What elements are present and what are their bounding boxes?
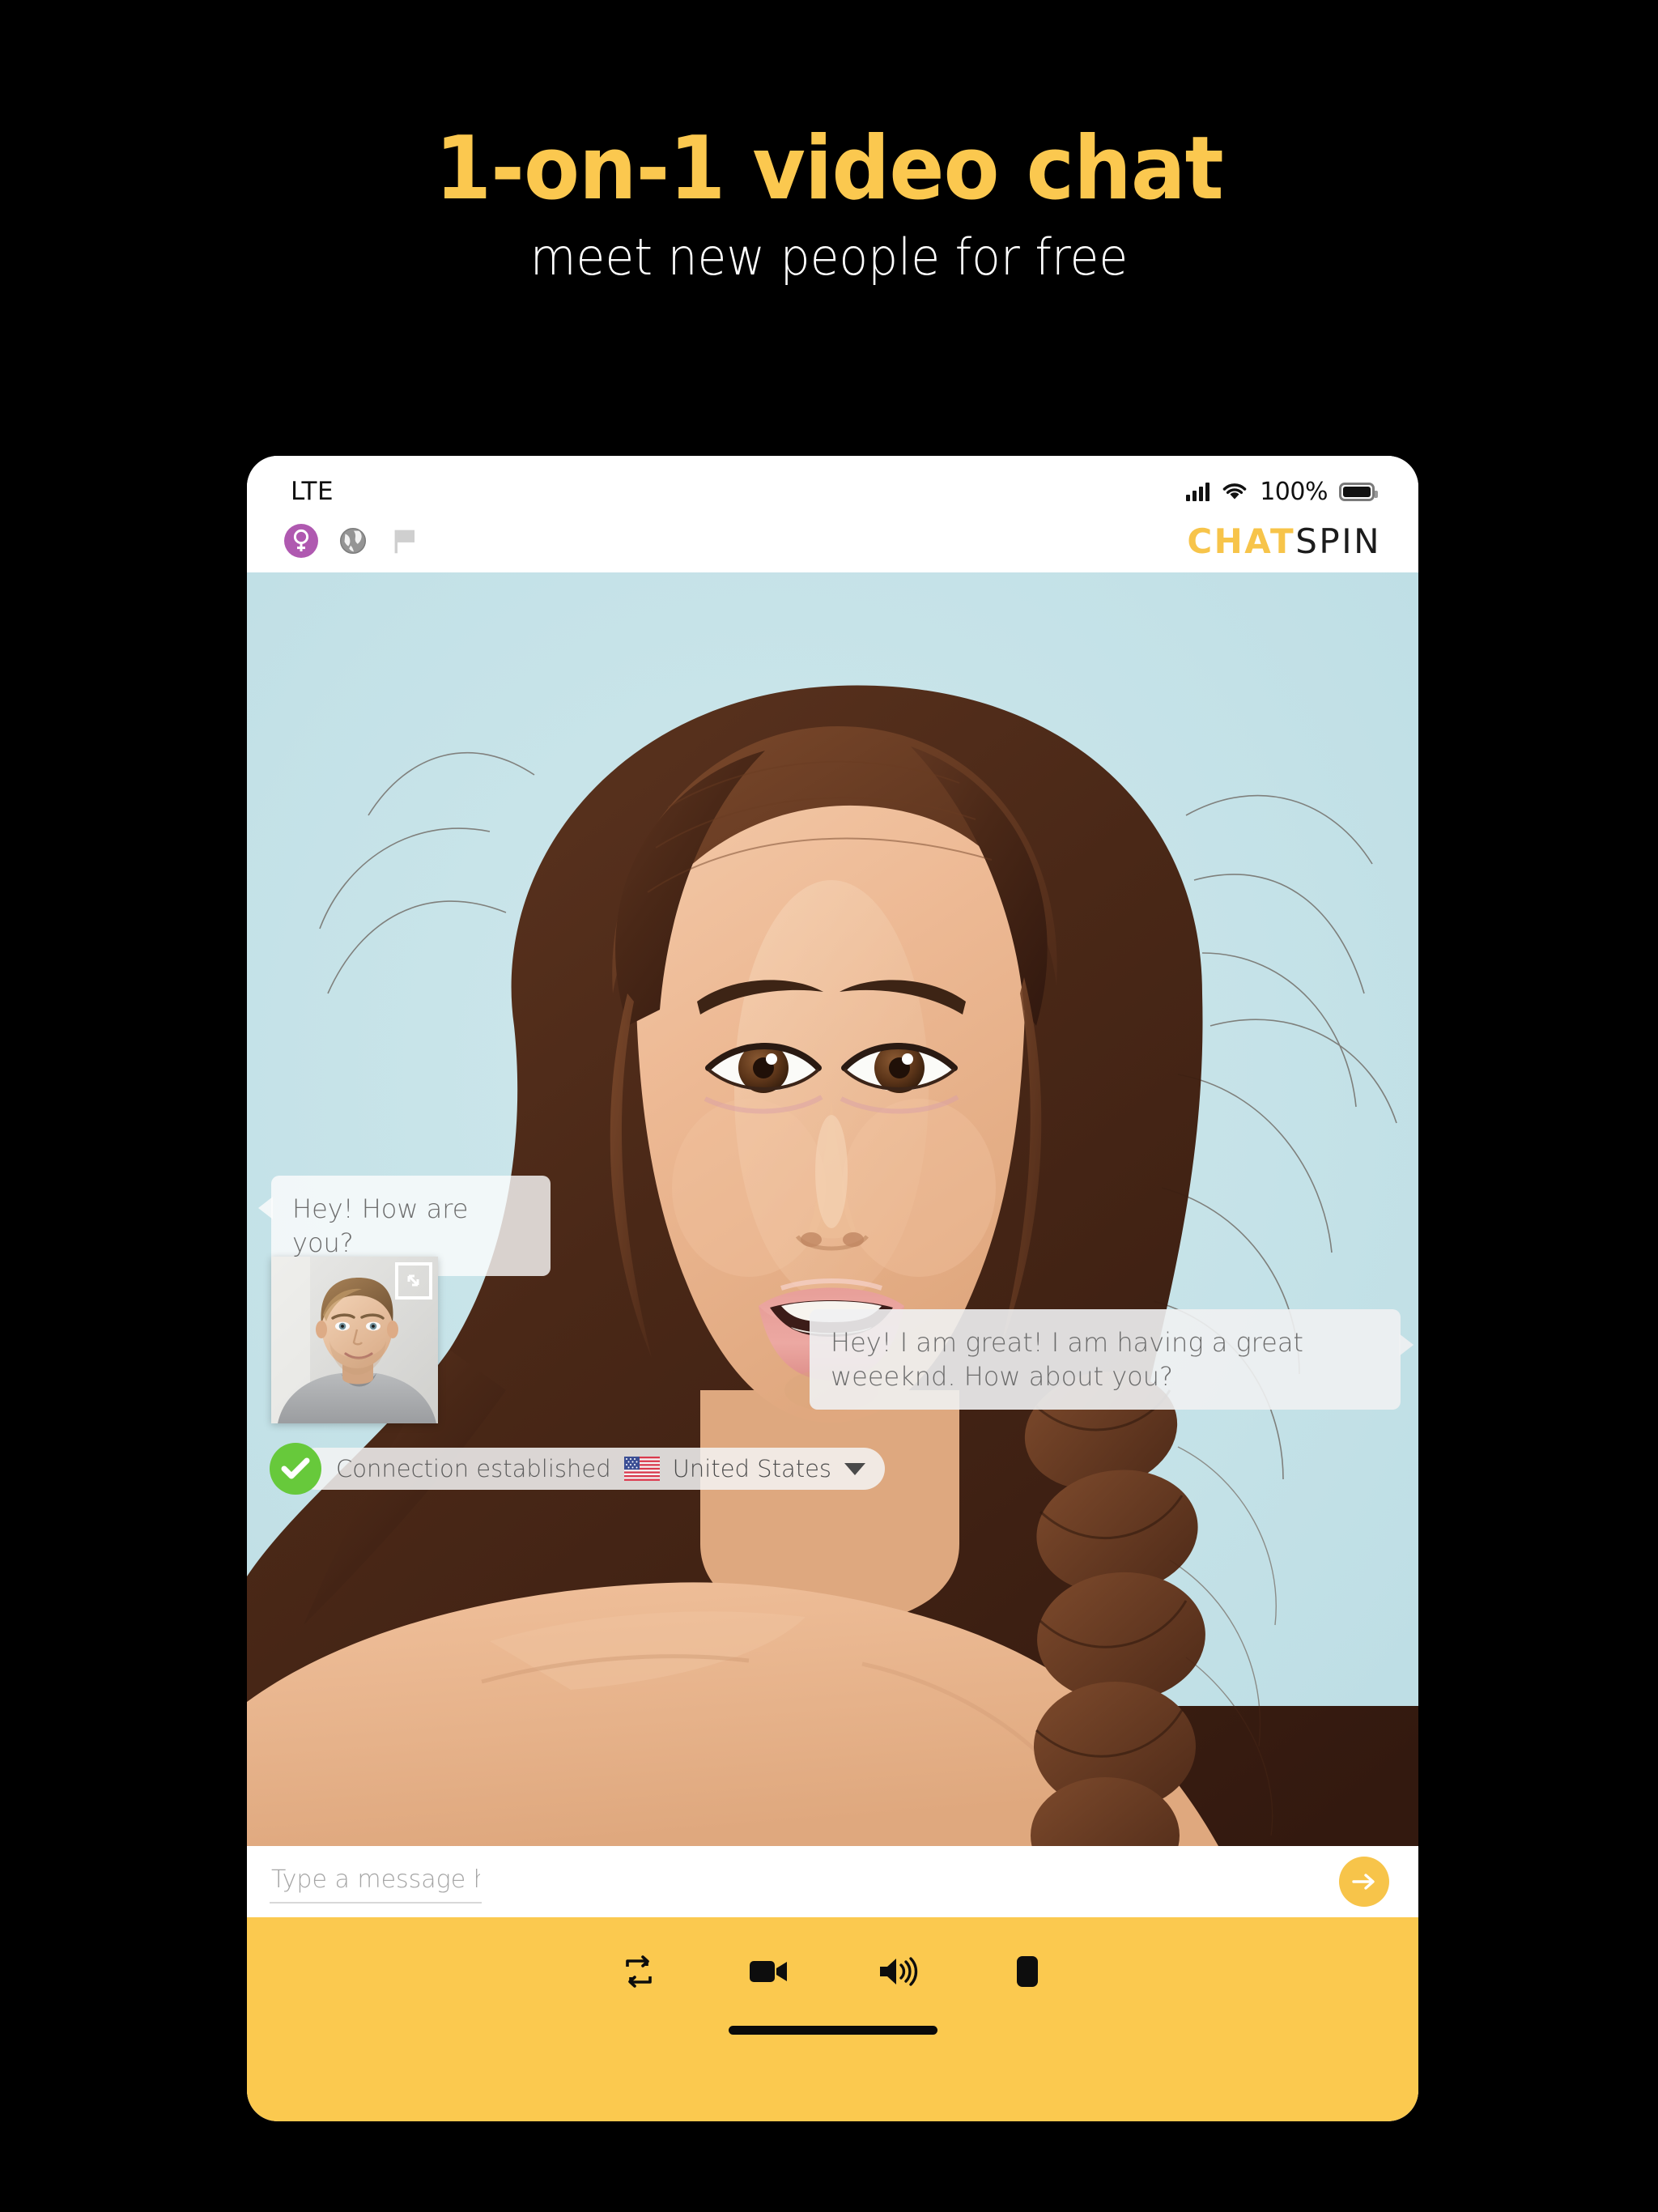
promo-header: 1-on-1 video chat meet new people for fr… (0, 0, 1658, 283)
message-composer (247, 1846, 1418, 1917)
flag-icon[interactable] (388, 524, 422, 558)
send-button[interactable] (1339, 1857, 1389, 1907)
volume-button[interactable] (833, 1940, 963, 2003)
speaker-volume-icon (879, 1957, 917, 1986)
check-circle-icon (270, 1443, 321, 1495)
arrow-right-icon (1352, 1874, 1375, 1890)
globe-region-icon[interactable] (336, 524, 370, 558)
page-subtitle: meet new people for free (529, 228, 1129, 287)
bottom-toolbar (247, 1917, 1418, 2121)
app-logo: CHATSPIN (1187, 521, 1381, 561)
next-partner-button[interactable] (574, 1940, 704, 2003)
repeat-icon (625, 1955, 652, 1988)
wifi-icon (1222, 483, 1247, 500)
page-title: 1-on-1 video chat (435, 118, 1223, 219)
gender-filter-icon[interactable] (284, 524, 318, 558)
network-label: LTE (291, 477, 334, 506)
message-input[interactable] (270, 1860, 482, 1904)
home-indicator-bar (728, 2026, 937, 2035)
message-text: Hey! I am great! I am having a great wee… (831, 1327, 1303, 1393)
logo-spin: SPIN (1295, 521, 1381, 561)
logo-chat: CHAT (1187, 521, 1296, 561)
expand-fullscreen-icon[interactable] (395, 1262, 432, 1300)
battery-percent: 100% (1260, 477, 1328, 506)
message-text: Hey! How are you? (292, 1193, 469, 1259)
remote-video-feed[interactable]: Hey! How are you? Hey! I am great! I am … (247, 572, 1418, 1846)
connection-status-text: Connection established (336, 1455, 611, 1482)
battery-icon (1339, 482, 1378, 501)
device-mockup: LTE 100% CHATSPIN Hey! How are you? Hey!… (247, 456, 1418, 2121)
stop-button[interactable] (963, 1940, 1092, 2003)
video-camera-icon (749, 1961, 787, 1982)
message-bubble-outgoing: Hey! I am great! I am having a great wee… (810, 1309, 1414, 1410)
status-bar: LTE 100% (247, 456, 1418, 514)
app-bar: CHATSPIN (247, 514, 1418, 572)
connection-status-bar: Connection established United States (270, 1443, 886, 1495)
stop-square-icon (1016, 1956, 1038, 1987)
self-video-thumbnail[interactable] (271, 1257, 438, 1423)
signal-bars-icon (1186, 482, 1210, 501)
country-selector-label[interactable]: United States (673, 1455, 831, 1482)
us-flag-icon (623, 1457, 660, 1481)
chevron-down-icon[interactable] (844, 1462, 866, 1475)
camera-toggle-button[interactable] (704, 1940, 833, 2003)
